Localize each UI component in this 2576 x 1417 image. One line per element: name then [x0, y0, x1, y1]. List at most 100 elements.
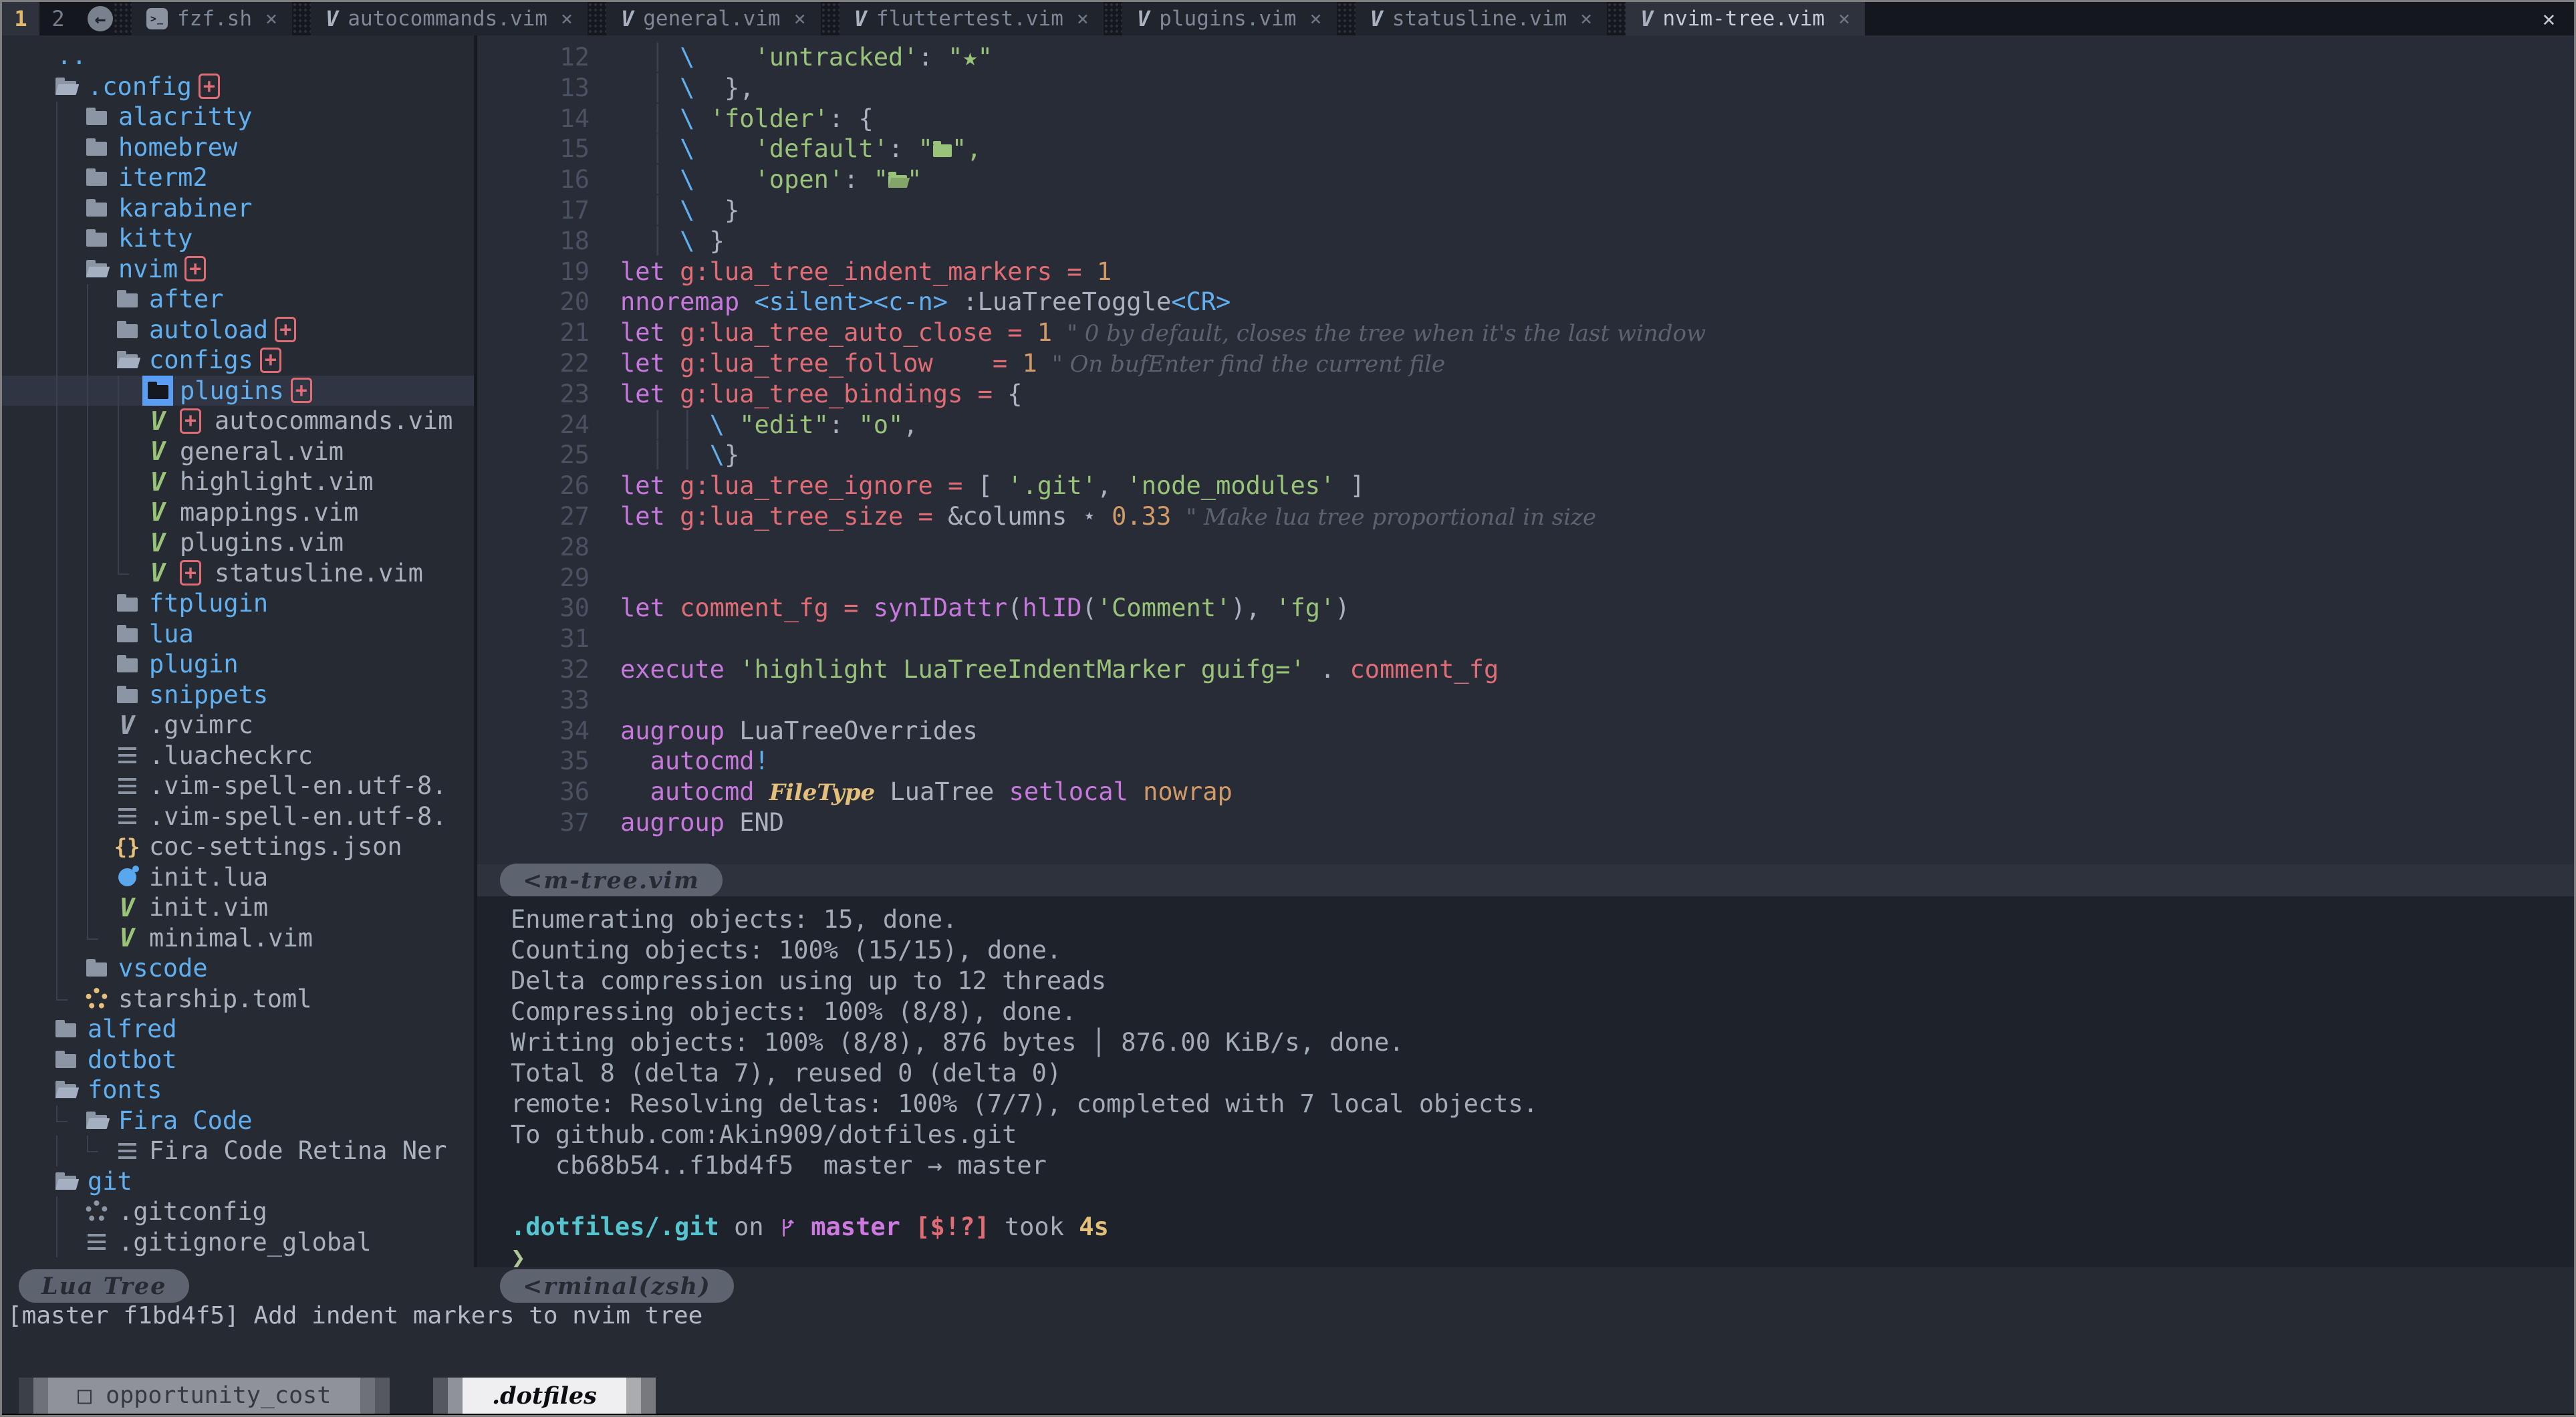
- code-line[interactable]: 31: [477, 624, 2574, 654]
- tree-item-mappings.vim[interactable]: Vmappings.vim: [2, 497, 474, 528]
- tmux-window-.dotfiles[interactable]: .dotfiles: [433, 1378, 656, 1414]
- tree-item-karabiner[interactable]: karabiner: [2, 193, 474, 224]
- tree-item-after[interactable]: after: [2, 284, 474, 315]
- code-line[interactable]: 37augroup END: [477, 807, 2574, 838]
- indent-guide: [81, 527, 112, 558]
- close-icon[interactable]: ×: [265, 7, 277, 31]
- code-line[interactable]: 26let g:lua_tree_ignore = [ '.git', 'nod…: [477, 471, 2574, 501]
- tree-item-highlight.vim[interactable]: Vhighlight.vim: [2, 467, 474, 497]
- code-line[interactable]: 30let comment_fg = synIDattr(hlID('Comme…: [477, 593, 2574, 624]
- tree-item-minimal.vim[interactable]: Vminimal.vim: [2, 923, 474, 954]
- code-line[interactable]: 18 │ \ }: [477, 226, 2574, 257]
- tree-item-iterm2[interactable]: iterm2: [2, 162, 474, 193]
- tree-item-autocommands.vim[interactable]: V+autocommands.vim: [2, 406, 474, 436]
- code-text: │ \ 'open': "": [620, 165, 922, 194]
- close-all-icon[interactable]: ✕: [2524, 2, 2574, 35]
- tree-item-.luacheckrc[interactable]: .luacheckrc: [2, 741, 474, 771]
- code-line[interactable]: 16 │ \ 'open': "": [477, 164, 2574, 195]
- code-line[interactable]: 34augroup LuaTreeOverrides: [477, 716, 2574, 747]
- code-line[interactable]: 12 │ \ 'untracked': "★": [477, 42, 2574, 73]
- line-number: 36: [477, 777, 590, 807]
- tree-item-.vim-spell-en.utf-8.[interactable]: .vim-spell-en.utf-8.: [2, 801, 474, 832]
- tab-nvim-tree.vim[interactable]: Vnvim-tree.vim×: [1626, 2, 1865, 35]
- tmux-window-opportunity_cost[interactable]: □ opportunity_cost: [19, 1378, 390, 1414]
- tab-plugins.vim[interactable]: Vplugins.vim×: [1122, 2, 1337, 35]
- editor-window[interactable]: 12 │ \ 'untracked': "★"13 │ \ },14 │ \ '…: [477, 35, 2574, 864]
- line-number: 22: [477, 348, 590, 379]
- tree-item-autoload[interactable]: autoload+: [2, 315, 474, 346]
- tree-item-plugins[interactable]: plugins+: [2, 376, 474, 406]
- tree-item-Fira Code[interactable]: Fira Code: [2, 1106, 474, 1136]
- code-line[interactable]: 33: [477, 685, 2574, 716]
- tree-item-label: statusline.vim: [215, 559, 423, 588]
- file-tree-window[interactable]: ...config+alacrittyhomebrewiterm2karabin…: [2, 35, 474, 1269]
- close-icon[interactable]: ×: [1310, 7, 1322, 31]
- tab-fzf.sh[interactable]: >_fzf.sh×: [132, 2, 292, 35]
- close-icon[interactable]: ×: [1838, 7, 1850, 31]
- tree-item-homebrew[interactable]: homebrew: [2, 132, 474, 163]
- tab-separator: [113, 2, 132, 35]
- prompt-char-line[interactable]: ❯: [511, 1243, 2574, 1267]
- tree-item-.gitconfig[interactable]: .gitconfig: [2, 1196, 474, 1227]
- tree-item-starship.toml[interactable]: starship.toml: [2, 984, 474, 1015]
- close-icon[interactable]: ×: [1580, 7, 1592, 31]
- tree-item-Fira Code Retina Ner[interactable]: Fira Code Retina Ner: [2, 1136, 474, 1166]
- icon-box: [81, 1227, 112, 1258]
- tree-item-ftplugin[interactable]: ftplugin: [2, 588, 474, 619]
- tree-item-..[interactable]: ..: [2, 41, 474, 72]
- tree-item-init.vim[interactable]: Vinit.vim: [2, 892, 474, 923]
- tree-item-.config[interactable]: .config+: [2, 72, 474, 102]
- tab-statusline.vim[interactable]: Vstatusline.vim×: [1356, 2, 1607, 35]
- close-icon[interactable]: ×: [794, 7, 806, 31]
- terminal-window[interactable]: Enumerating objects: 15, done.Counting o…: [477, 896, 2574, 1267]
- code-line[interactable]: 25 │ │ \}: [477, 440, 2574, 471]
- tab-general.vim[interactable]: Vgeneral.vim×: [606, 2, 821, 35]
- code-line[interactable]: 27let g:lua_tree_size = &columns ⋆ 0.33 …: [477, 501, 2574, 532]
- code-line[interactable]: 13 │ \ },: [477, 73, 2574, 104]
- code-line[interactable]: 32execute 'highlight LuaTreeIndentMarker…: [477, 654, 2574, 685]
- code-line[interactable]: 28: [477, 532, 2574, 563]
- code-line[interactable]: 36 autocmd FileType LuaTree setlocal now…: [477, 777, 2574, 807]
- close-icon[interactable]: ×: [561, 7, 573, 31]
- tree-item-snippets[interactable]: snippets: [2, 680, 474, 711]
- tree-item-fonts[interactable]: fonts: [2, 1075, 474, 1106]
- git-new-badge: +: [291, 378, 312, 403]
- tree-item-.vim-spell-en.utf-8.[interactable]: .vim-spell-en.utf-8.: [2, 771, 474, 801]
- tree-item-dotbot[interactable]: dotbot: [2, 1045, 474, 1075]
- code-line[interactable]: 19let g:lua_tree_indent_markers = 1: [477, 257, 2574, 287]
- tree-item-plugin[interactable]: plugin: [2, 649, 474, 680]
- tree-item-statusline.vim[interactable]: V+statusline.vim: [2, 558, 474, 589]
- tree-item-coc-settings.json[interactable]: {}coc-settings.json: [2, 831, 474, 862]
- tree-item-.gvimrc[interactable]: V.gvimrc: [2, 710, 474, 741]
- tree-item-general.vim[interactable]: Vgeneral.vim: [2, 436, 474, 467]
- tree-item-vscode[interactable]: vscode: [2, 953, 474, 984]
- tree-item-alacritty[interactable]: alacritty: [2, 102, 474, 132]
- tree-item-configs[interactable]: configs+: [2, 345, 474, 376]
- code-line[interactable]: 35 autocmd!: [477, 746, 2574, 777]
- tab-page-2[interactable]: 2: [39, 2, 77, 35]
- code-line[interactable]: 24 │ │ \ "edit": "o",: [477, 410, 2574, 440]
- tab-autocommands.vim[interactable]: Vautocommands.vim×: [311, 2, 588, 35]
- close-icon[interactable]: ×: [1077, 7, 1089, 31]
- tree-item-nvim[interactable]: nvim+: [2, 254, 474, 285]
- tree-item-plugins.vim[interactable]: Vplugins.vim: [2, 527, 474, 558]
- tree-item-alfred[interactable]: alfred: [2, 1014, 474, 1045]
- back-icon[interactable]: ←: [88, 6, 113, 31]
- code-line[interactable]: 15 │ \ 'default': "",: [477, 134, 2574, 164]
- icon-box: [81, 1196, 112, 1227]
- code-line[interactable]: 23let g:lua_tree_bindings = {: [477, 379, 2574, 410]
- tree-item-init.lua[interactable]: init.lua: [2, 862, 474, 893]
- tree-item-.gitignore_global[interactable]: .gitignore_global: [2, 1227, 474, 1258]
- tree-item-git[interactable]: git: [2, 1166, 474, 1197]
- code-line[interactable]: 29: [477, 563, 2574, 594]
- code-line[interactable]: 20nnoremap <silent><c-n> :LuaTreeToggle<…: [477, 287, 2574, 317]
- code-line[interactable]: 17 │ \ }: [477, 195, 2574, 226]
- tab-fluttertest.vim[interactable]: Vfluttertest.vim×: [840, 2, 1104, 35]
- tree-item-kitty[interactable]: kitty: [2, 223, 474, 254]
- code-text: │ \ 'default': "",: [620, 134, 981, 163]
- tab-page-1[interactable]: 1: [2, 2, 39, 35]
- code-line[interactable]: 21let g:lua_tree_auto_close = 1 " 0 by d…: [477, 317, 2574, 348]
- code-line[interactable]: 22let g:lua_tree_follow = 1 " On bufEnte…: [477, 348, 2574, 379]
- code-line[interactable]: 14 │ \ 'folder': {: [477, 104, 2574, 134]
- tree-item-lua[interactable]: lua: [2, 619, 474, 650]
